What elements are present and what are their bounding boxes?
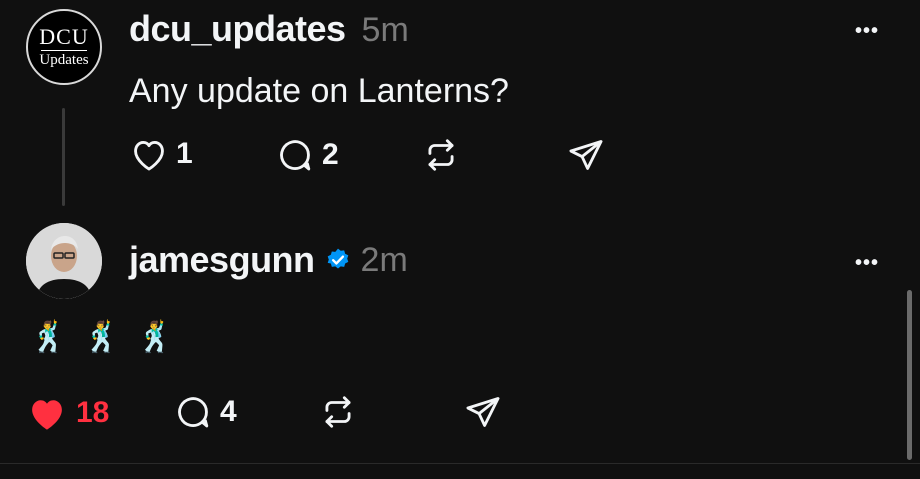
avatar-jamesgunn[interactable]: [26, 223, 102, 299]
more-options-button[interactable]: •••: [855, 252, 879, 275]
reply-button[interactable]: 2: [276, 136, 339, 174]
comment-icon: [276, 136, 314, 174]
post-emoji-text: 🕺🕺🕺: [30, 321, 191, 354]
share-button[interactable]: [463, 393, 503, 431]
share-icon: [569, 140, 603, 170]
avatar-logo-divider: [41, 49, 87, 52]
divider: [0, 463, 920, 464]
heart-icon: [130, 136, 168, 172]
username[interactable]: jamesgunn: [129, 239, 315, 281]
avatar-dcu-updates[interactable]: DCU Updates: [26, 9, 102, 85]
share-button[interactable]: [566, 136, 606, 174]
repost-icon: [428, 139, 454, 171]
like-count: 18: [76, 396, 110, 429]
username[interactable]: dcu_updates: [129, 8, 346, 50]
reply-count: 4: [220, 395, 237, 428]
repost-button[interactable]: [422, 136, 460, 174]
like-count: 1: [176, 137, 193, 170]
post-text: Any update on Lanterns?: [129, 72, 509, 110]
avatar-logo-text-bottom: Updates: [39, 52, 89, 69]
reply-count: 2: [322, 138, 339, 171]
post-time: 5m: [361, 11, 409, 49]
repost-icon: [325, 396, 351, 428]
reply-button[interactable]: 4: [174, 393, 237, 431]
comment-icon: [174, 393, 212, 431]
heart-icon-filled: [26, 393, 68, 433]
avatar-logo-text-top: DCU: [39, 23, 89, 49]
like-button[interactable]: 18: [26, 393, 109, 433]
repost-button[interactable]: [319, 393, 357, 431]
more-options-button[interactable]: •••: [855, 20, 879, 43]
verified-badge-icon: [325, 247, 351, 273]
like-button[interactable]: 1: [130, 136, 193, 172]
post-time: 2m: [360, 240, 408, 279]
profile-photo: [26, 223, 102, 299]
thread-line: [62, 108, 65, 206]
scrollbar[interactable]: [907, 290, 912, 460]
share-icon: [466, 397, 500, 427]
post-header: jamesgunn 2m: [129, 239, 408, 281]
post-header: dcu_updates 5m: [129, 8, 409, 50]
